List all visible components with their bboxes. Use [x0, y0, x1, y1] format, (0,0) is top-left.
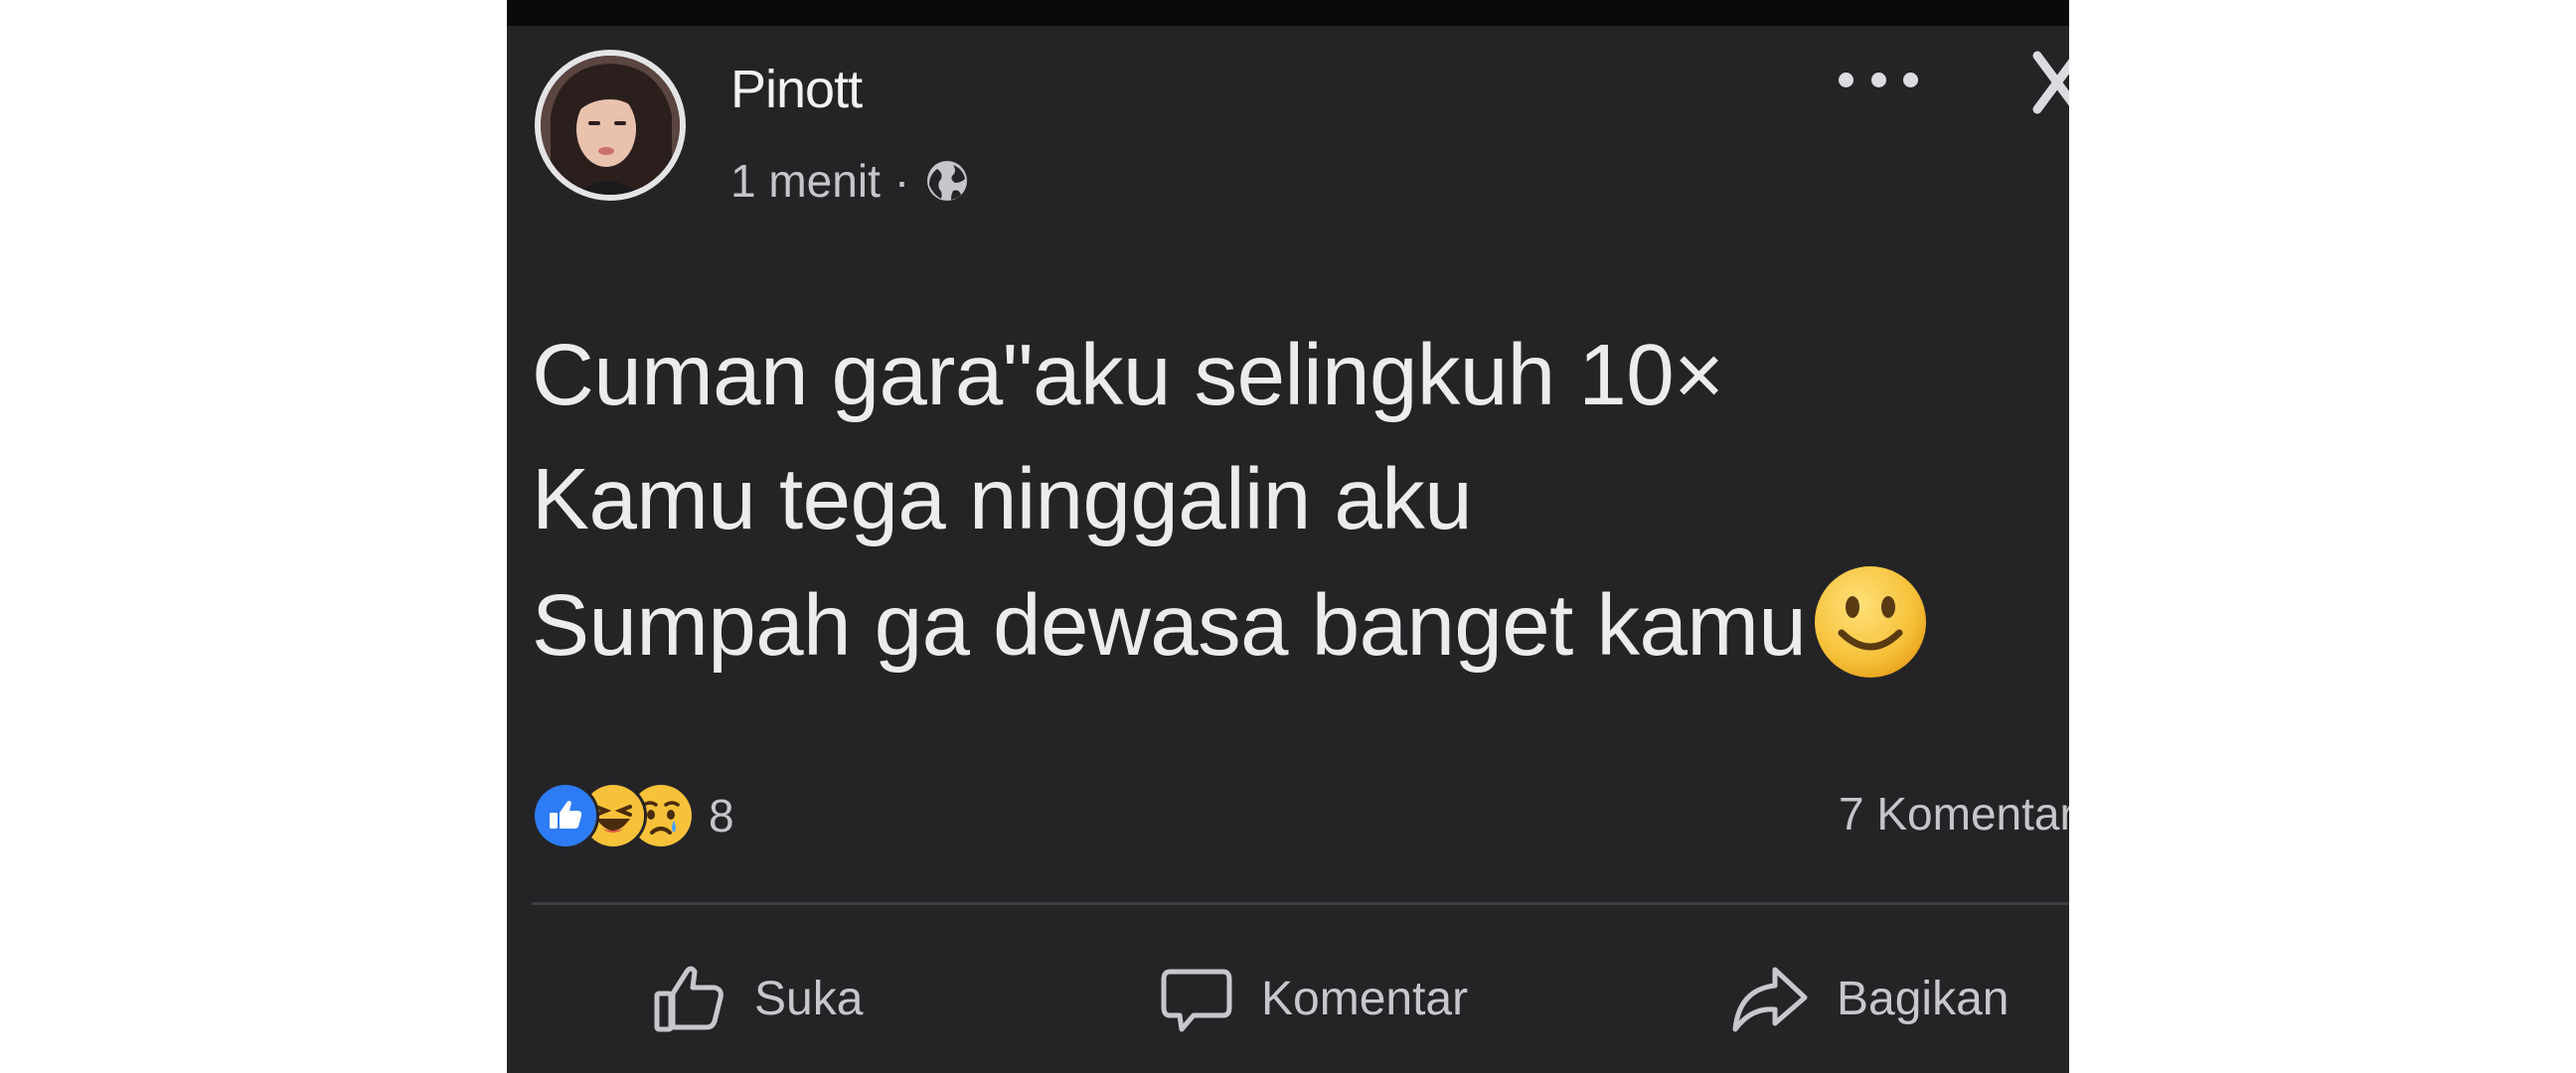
- meta-separator: ·: [893, 155, 910, 207]
- more-dot: [1839, 72, 1853, 87]
- post-timestamp[interactable]: 1 menit: [730, 154, 881, 208]
- comment-button[interactable]: Komentar: [1158, 954, 1468, 1043]
- facebook-post-card: Pinott 1 menit · Cuman gara"aku selingku…: [507, 0, 2069, 1073]
- post-text-line-2: Kamu tega ninggalin aku: [532, 451, 1473, 547]
- comments-count-link[interactable]: 7 Komentar: [1839, 787, 2069, 841]
- post-author-name[interactable]: Pinott: [730, 58, 863, 121]
- reaction-count: 8: [709, 790, 734, 842]
- more-dot: [1903, 72, 1918, 87]
- post-text-line-3-wrapper: Sumpah ga dewasa banget kamu: [532, 561, 1931, 688]
- reaction-summary[interactable]: 8: [532, 782, 734, 849]
- divider: [532, 902, 2069, 905]
- slightly-smiling-face-emoji: [1810, 561, 1931, 683]
- top-status-strip: [507, 0, 2069, 26]
- comment-bubble-icon: [1161, 969, 1232, 1032]
- share-button[interactable]: Bagikan: [1729, 954, 2009, 1043]
- share-arrow-icon: [1732, 967, 1808, 1032]
- like-button[interactable]: Suka: [651, 954, 863, 1043]
- close-icon[interactable]: [2027, 48, 2069, 117]
- thumbs-up-icon: [654, 966, 724, 1032]
- page: Pinott 1 menit · Cuman gara"aku selingku…: [0, 0, 2576, 1073]
- globe-icon: [923, 157, 971, 205]
- avatar[interactable]: [535, 50, 686, 201]
- comment-button-label: Komentar: [1261, 972, 1469, 1025]
- share-button-label: Bagikan: [1837, 972, 2010, 1025]
- like-button-label: Suka: [754, 972, 864, 1025]
- post-text-line-1: Cuman gara"aku selingkuh 10×: [532, 327, 1724, 423]
- post-action-bar: Suka Komentar Bagikan: [507, 954, 2069, 1043]
- more-options-icon[interactable]: [1839, 60, 1918, 99]
- more-dot: [1870, 72, 1886, 87]
- post-meta: 1 menit ·: [730, 151, 971, 211]
- avatar-photo: [541, 56, 680, 195]
- post-body-text: Cuman gara"aku selingkuh 10× Kamu tega n…: [532, 313, 1931, 688]
- like-reaction-icon: [532, 782, 599, 849]
- post-text-line-3: Sumpah ga dewasa banget kamu: [532, 577, 1807, 674]
